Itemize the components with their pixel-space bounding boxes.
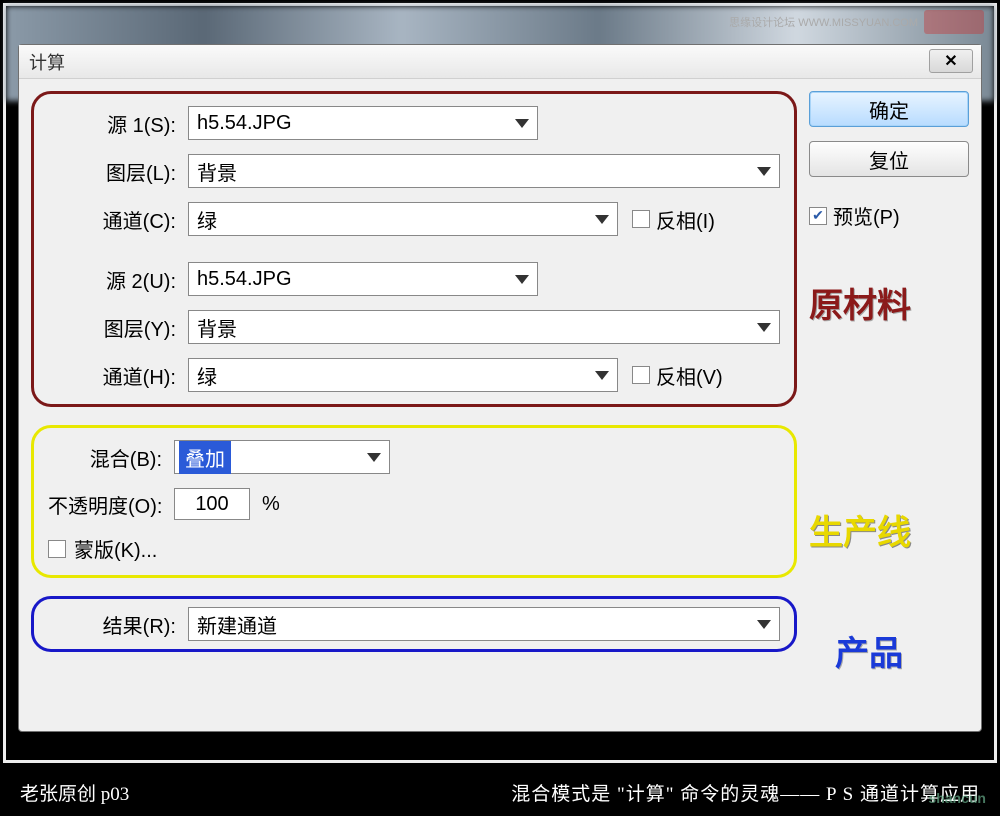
result-label: 结果(R): — [48, 610, 188, 639]
mask-checkbox[interactable]: 蒙版(K)... — [48, 534, 780, 563]
source2-label: 源 2(U): — [48, 265, 188, 294]
blend-label: 混合(B): — [48, 443, 174, 472]
result-select[interactable]: 新建通道 — [188, 607, 780, 641]
close-icon: ✕ — [944, 51, 957, 71]
source1-layer-label: 图层(L): — [48, 157, 188, 186]
chevron-down-icon — [757, 620, 771, 629]
watermark-logo-icon — [924, 10, 984, 34]
source2-channel-label: 通道(H): — [48, 361, 188, 390]
reset-button[interactable]: 复位 — [809, 141, 969, 177]
calculations-dialog: 计算 ✕ 源 1(S): h5.54.JPG — [18, 44, 982, 732]
chevron-down-icon — [757, 323, 771, 332]
opacity-label: 不透明度(O): — [48, 490, 174, 519]
close-button[interactable]: ✕ — [929, 49, 973, 73]
percent-label: % — [262, 493, 280, 516]
chevron-down-icon — [757, 167, 771, 176]
blend-mode-select[interactable]: 叠加 — [174, 440, 390, 474]
chevron-down-icon — [595, 215, 609, 224]
annotation-raw-material: 原材料 — [809, 278, 969, 327]
checkbox-icon — [632, 366, 650, 384]
annotation-pipeline: 生产线 — [809, 505, 969, 554]
checkbox-checked-icon: ✔ — [809, 207, 827, 225]
annotation-product: 产品 — [835, 626, 969, 675]
dialog-titlebar[interactable]: 计算 ✕ — [19, 45, 981, 79]
chevron-down-icon — [367, 453, 381, 462]
source2-select[interactable]: h5.54.JPG — [188, 262, 538, 296]
dialog-title: 计算 — [29, 49, 65, 75]
source1-invert-checkbox[interactable]: 反相(I) — [632, 205, 715, 234]
chevron-down-icon — [595, 371, 609, 380]
watermark-top: 思缘设计论坛 WWW.MISSYUAN.COM — [729, 10, 984, 34]
source1-layer-select[interactable]: 背景 — [188, 154, 780, 188]
source2-layer-label: 图层(Y): — [48, 313, 188, 342]
checkbox-icon — [48, 540, 66, 558]
footer-right-text: 混合模式是 "计算" 命令的灵魂—— P S 通道计算应用 — [511, 779, 980, 806]
footer-left-text: 老张原创 p03 — [20, 779, 129, 806]
footer-caption: 老张原创 p03 混合模式是 "计算" 命令的灵魂—— P S 通道计算应用 — [0, 772, 1000, 812]
source1-channel-select[interactable]: 绿 — [188, 202, 618, 236]
result-group: 结果(R): 新建通道 — [31, 596, 797, 652]
source2-channel-select[interactable]: 绿 — [188, 358, 618, 392]
opacity-input[interactable] — [174, 488, 250, 520]
source1-select[interactable]: h5.54.JPG — [188, 106, 538, 140]
watermark-bottom: shancun — [928, 790, 986, 806]
blend-group: 混合(B): 叠加 不透明度(O): % 蒙版(K)... — [31, 425, 797, 578]
preview-checkbox[interactable]: ✔ 预览(P) — [809, 201, 969, 230]
source2-invert-checkbox[interactable]: 反相(V) — [632, 361, 723, 390]
source2-layer-select[interactable]: 背景 — [188, 310, 780, 344]
chevron-down-icon — [515, 119, 529, 128]
source1-label: 源 1(S): — [48, 109, 188, 138]
sources-group: 源 1(S): h5.54.JPG 图层(L): 背景 — [31, 91, 797, 407]
ok-button[interactable]: 确定 — [809, 91, 969, 127]
source1-channel-label: 通道(C): — [48, 205, 188, 234]
chevron-down-icon — [515, 275, 529, 284]
checkbox-icon — [632, 210, 650, 228]
